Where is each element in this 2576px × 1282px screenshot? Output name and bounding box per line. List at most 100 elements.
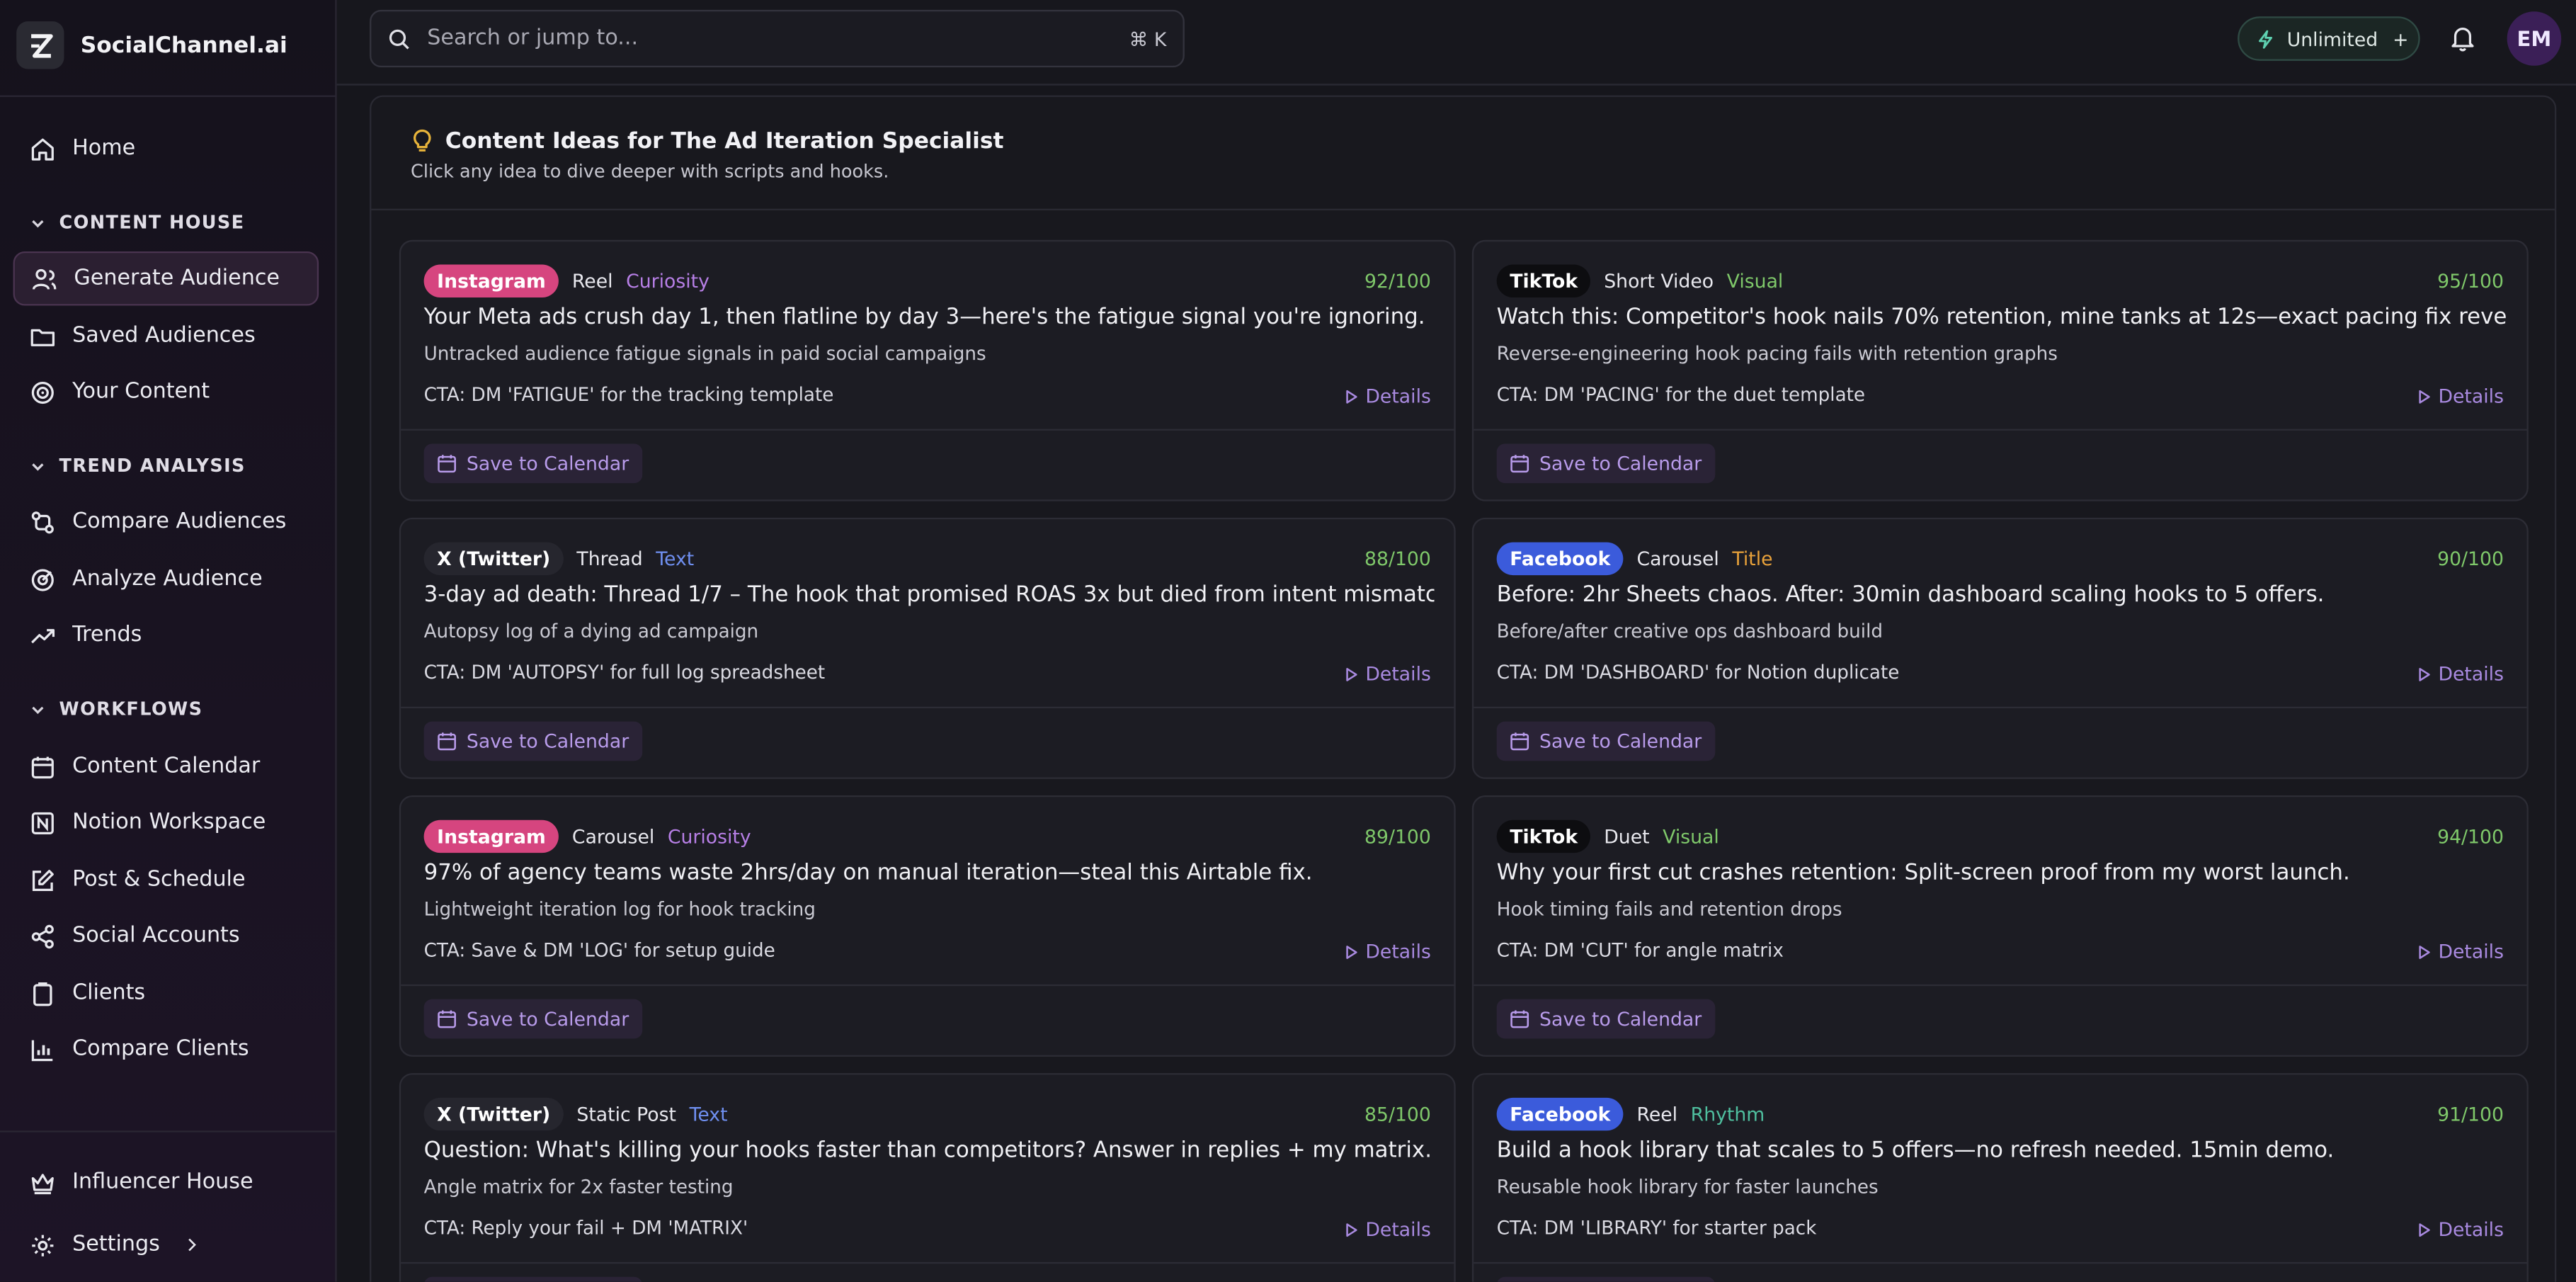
format-label: Static Post xyxy=(576,1102,677,1126)
save-label: Save to Calendar xyxy=(466,452,629,475)
nav-your-content[interactable]: Your Content xyxy=(13,365,319,419)
nav-compare-audiences[interactable]: Compare Audiences xyxy=(13,494,319,549)
tag-label: Title xyxy=(1732,547,1773,571)
tag-label: Curiosity xyxy=(667,824,751,849)
brand[interactable]: SocialChannel.ai xyxy=(16,21,287,69)
idea-card[interactable]: Instagram Reel Curiosity 92/100 Your Meta ad… xyxy=(399,239,1456,501)
play-icon xyxy=(1346,666,1357,681)
format-label: Short Video xyxy=(1604,269,1714,293)
details-link[interactable]: Details xyxy=(1344,1218,1431,1241)
idea-card[interactable]: Facebook Reel Rhythm 91/100 Build a hook lib… xyxy=(1471,1073,2529,1282)
save-to-calendar-button[interactable]: Save to Calendar xyxy=(1496,721,1715,761)
nav-settings[interactable]: Settings xyxy=(13,1218,319,1272)
plan-badge[interactable]: Unlimited + xyxy=(2238,16,2420,61)
nav-compare-clients[interactable]: Compare Clients xyxy=(13,1022,319,1077)
score: 95/100 xyxy=(2437,269,2504,293)
hook-text: Your Meta ads crush day 1, then flatline… xyxy=(423,305,1425,331)
section-workflows[interactable]: WORKFLOWS xyxy=(30,698,203,720)
play-icon xyxy=(2419,389,2430,403)
calendar-icon xyxy=(1510,1010,1529,1028)
format-label: Thread xyxy=(576,547,643,571)
divider xyxy=(401,429,1454,431)
save-to-calendar-button[interactable]: Save to Calendar xyxy=(1496,999,1715,1039)
idea-description: Lightweight iteration log for hook track… xyxy=(423,899,816,921)
play-icon xyxy=(1346,1223,1357,1236)
nav-social-accounts[interactable]: Social Accounts xyxy=(13,909,319,963)
nav-clients[interactable]: Clients xyxy=(13,966,319,1021)
save-to-calendar-button[interactable]: Save to Calendar xyxy=(423,999,642,1039)
nav-influencer-house[interactable]: Influencer House xyxy=(13,1155,319,1210)
page-title: Content Ideas for The Ad Iteration Speci… xyxy=(445,127,1004,155)
calendar-icon xyxy=(438,1010,456,1028)
card-meta: Facebook Carousel Title xyxy=(1496,542,1773,576)
tag-label: Visual xyxy=(1663,824,1719,849)
details-link[interactable]: Details xyxy=(1344,662,1431,686)
nav-saved-audiences[interactable]: Saved Audiences xyxy=(13,309,319,363)
platform-badge: Facebook xyxy=(1496,542,1624,576)
nav-content-calendar[interactable]: Content Calendar xyxy=(13,739,319,794)
save-to-calendar-button[interactable]: Save to Calendar xyxy=(1496,443,1715,484)
idea-card[interactable]: Facebook Carousel Title 90/100 Before: 2hr S… xyxy=(1471,517,2529,779)
search-placeholder: Search or jump to... xyxy=(427,26,639,51)
nav-post-schedule[interactable]: Post & Schedule xyxy=(13,853,319,907)
save-label: Save to Calendar xyxy=(1539,730,1702,753)
cta-text: CTA: Reply your fail + DM 'MATRIX' xyxy=(423,1218,748,1240)
platform-badge: Facebook xyxy=(1496,1097,1624,1131)
idea-card[interactable]: X (Twitter) Static Post Text 85/100 Question… xyxy=(399,1073,1456,1282)
tag-label: Text xyxy=(656,547,695,571)
topbar: Search or jump to... ⌘ K Unlimited + EM xyxy=(336,0,2576,86)
details-link[interactable]: Details xyxy=(2417,662,2504,686)
idea-card[interactable]: TikTok Duet Visual 94/100 Why your first cut… xyxy=(1471,795,2529,1057)
divider xyxy=(401,706,1454,709)
format-label: Duet xyxy=(1604,824,1650,849)
hook-text: Before: 2hr Sheets chaos. After: 30min d… xyxy=(1496,583,2325,608)
details-link[interactable]: Details xyxy=(1344,940,1431,963)
details-label: Details xyxy=(1365,940,1431,963)
details-label: Details xyxy=(2438,384,2504,408)
save-to-calendar-button[interactable]: Save to Calendar xyxy=(1496,1276,1715,1282)
folder-icon xyxy=(30,328,55,346)
platform-badge: TikTok xyxy=(1496,819,1591,853)
search-input[interactable]: Search or jump to... ⌘ K xyxy=(370,9,1185,68)
avatar[interactable]: EM xyxy=(2507,11,2562,66)
score: 92/100 xyxy=(1364,269,1431,293)
platform-badge: TikTok xyxy=(1496,264,1591,297)
details-link[interactable]: Details xyxy=(2417,1218,2504,1241)
hook-text: Question: What's killing your hooks fast… xyxy=(423,1138,1432,1164)
gear-icon xyxy=(32,1234,54,1256)
idea-card[interactable]: TikTok Short Video Visual 95/100 Watch this:… xyxy=(1471,239,2529,501)
bell-icon[interactable] xyxy=(2448,23,2478,52)
section-label: TREND ANALYSIS xyxy=(59,455,246,477)
idea-card[interactable]: Instagram Carousel Curiosity 89/100 97% of a… xyxy=(399,795,1456,1057)
save-to-calendar-button[interactable]: Save to Calendar xyxy=(423,443,642,484)
nav-analyze-audience[interactable]: Analyze Audience xyxy=(13,552,319,607)
divider xyxy=(1474,429,2527,431)
tag-label: Rhythm xyxy=(1690,1102,1765,1126)
details-link[interactable]: Details xyxy=(1344,385,1431,407)
hook-text: 3-day ad death: Thread 1/7 – The hook th… xyxy=(423,583,1435,608)
radar-icon xyxy=(31,568,54,591)
brand-name: SocialChannel.ai xyxy=(80,32,287,59)
save-to-calendar-button[interactable]: Save to Calendar xyxy=(423,1276,642,1282)
details-link[interactable]: Details xyxy=(2417,385,2504,407)
hook-text: Watch this: Competitor's hook nails 70% … xyxy=(1496,305,2507,331)
details-link[interactable]: Details xyxy=(2417,940,2504,963)
card-meta: Facebook Reel Rhythm xyxy=(1496,1097,1765,1131)
idea-card[interactable]: X (Twitter) Thread Text 88/100 3-day ad deat… xyxy=(399,517,1456,779)
idea-description: Angle matrix for 2x faster testing xyxy=(423,1176,734,1198)
chevron-down-icon xyxy=(32,705,44,713)
section-trend-analysis[interactable]: TREND ANALYSIS xyxy=(30,455,246,477)
edit-icon xyxy=(32,868,54,890)
nav-label: Content Calendar xyxy=(72,754,261,779)
divider xyxy=(1474,984,2527,987)
save-to-calendar-button[interactable]: Save to Calendar xyxy=(423,721,642,761)
divider xyxy=(0,95,337,97)
nav-notion-workspace[interactable]: Notion Workspace xyxy=(13,795,319,850)
nav-generate-audience[interactable]: Generate Audience xyxy=(13,251,319,306)
nav-home[interactable]: Home xyxy=(13,122,319,176)
play-icon xyxy=(1346,944,1357,958)
section-content-house[interactable]: CONTENT HOUSE xyxy=(30,212,245,233)
nav-trends[interactable]: Trends xyxy=(13,608,319,662)
nav-label: Trends xyxy=(72,623,142,648)
chevron-down-icon xyxy=(32,219,44,227)
